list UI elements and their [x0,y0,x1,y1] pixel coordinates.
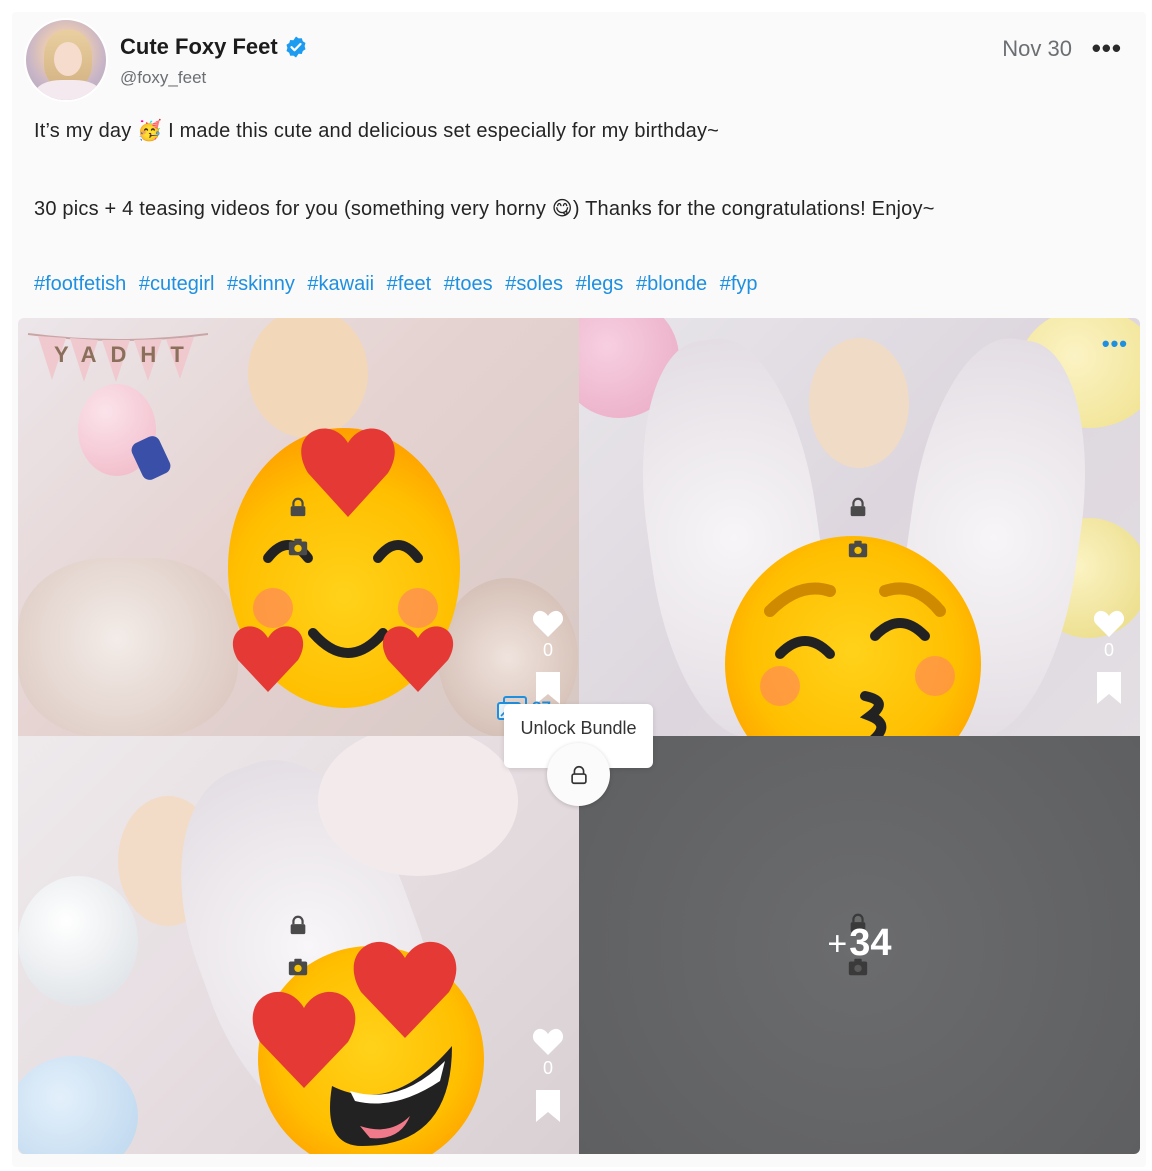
lock-icon [570,765,587,784]
heart-icon[interactable] [1093,610,1125,638]
media-tile[interactable]: YADHT 🥰 [18,318,579,736]
like-count: 0 [542,640,553,660]
emoji-face-art [232,428,454,692]
hashtag-link[interactable]: #feet [387,273,431,295]
lock-icon [290,497,306,517]
birthday-banner: YADHT [27,328,209,382]
hashtag-link[interactable]: #cutegirl [139,273,215,295]
heart-icon[interactable] [532,610,564,638]
post-text-line-2: 30 pics + 4 teasing videos for you (some… [34,198,935,220]
media-tile[interactable]: 😍 0 [18,736,579,1154]
author-handle[interactable]: @foxy_feet [120,68,206,88]
camera-icon [288,958,308,976]
like-count: 0 [542,1058,553,1078]
more-media-count: +34 [827,922,892,964]
hashtags: #footfetish #cutegirl #skinny #kawaii #f… [34,273,765,296]
tile-more-icon[interactable]: ••• [1102,333,1128,355]
hashtag-link[interactable]: #blonde [636,273,707,295]
post-card: Cute Foxy Feet @foxy_feet Nov 30 ••• It’… [12,12,1146,1167]
lock-icon [290,915,306,935]
bookmark-icon[interactable] [535,1089,561,1123]
hashtag-link[interactable]: #kawaii [307,273,374,295]
hashtag-link[interactable]: #toes [444,273,493,295]
camera-icon [288,538,308,556]
hashtag-link[interactable]: #fyp [720,273,758,295]
like-control[interactable]: 0 [531,1028,565,1123]
lock-icon [850,497,866,517]
more-options-icon[interactable]: ••• [1092,35,1122,61]
hashtag-link[interactable]: #footfetish [34,273,126,295]
author-name-row[interactable]: Cute Foxy Feet [120,34,308,60]
verified-badge-icon [286,36,306,58]
avatar[interactable] [24,18,108,102]
author-name[interactable]: Cute Foxy Feet [120,34,278,60]
media-tile[interactable]: 😚 ••• 0 [579,318,1140,736]
like-control[interactable]: 0 [531,610,565,705]
like-count: 0 [1103,640,1114,660]
hashtag-link[interactable]: #soles [505,273,563,295]
post-text-line-1: It’s my day 🥳 I made this cute and delic… [34,120,720,142]
yum-face-emoji: 😋 [551,198,573,220]
more-media-tile[interactable]: +34 [579,736,1140,1154]
emoji-face-art [252,941,457,1146]
emoji-face-art [760,582,955,736]
unlock-bundle-button[interactable] [547,743,610,806]
post-date[interactable]: Nov 30 [1002,36,1072,62]
bookmark-icon[interactable] [1096,671,1122,705]
hashtag-link[interactable]: #skinny [227,273,295,295]
partying-face-emoji: 🥳 [137,120,163,142]
camera-icon [848,540,868,558]
heart-icon[interactable] [532,1028,564,1056]
like-control[interactable]: 0 [1092,610,1126,705]
hashtag-link[interactable]: #legs [576,273,624,295]
